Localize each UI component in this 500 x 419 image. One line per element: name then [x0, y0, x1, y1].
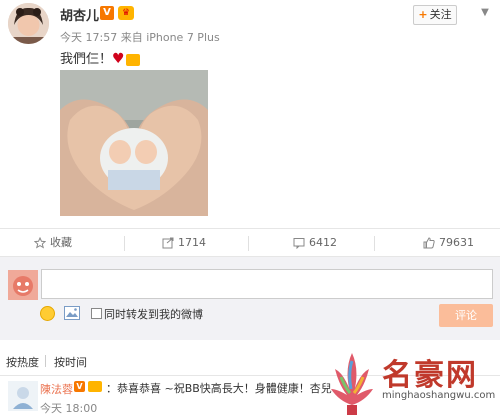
- author-name[interactable]: 胡杏儿: [60, 5, 99, 24]
- comment-composer: 同时转发到我的微博 评论: [0, 257, 500, 340]
- weibo-post: 胡杏儿 V ♛ + 关注 ▼ 今天 17:57 来自 iPhone 7 Plus …: [0, 0, 500, 228]
- comment-time: 今天 18:00: [40, 402, 98, 415]
- comment-button[interactable]: 6412: [293, 229, 337, 257]
- repost-checkbox[interactable]: [91, 308, 102, 319]
- image-icon[interactable]: [64, 306, 80, 320]
- vip-badge-icon: [88, 381, 102, 392]
- post-meta: 今天 17:57 来自 iPhone 7 Plus: [60, 31, 220, 44]
- vip-badge-icon: ♛: [118, 6, 134, 20]
- thumbs-up-icon: [423, 237, 435, 249]
- post-text: 我們仨！♥: [60, 48, 140, 67]
- post-photo[interactable]: [60, 70, 208, 216]
- author-avatar[interactable]: [8, 3, 49, 44]
- commenter-name[interactable]: 陳法蓉: [40, 381, 73, 397]
- watermark-brand: 名豪网: [382, 358, 478, 393]
- verified-badge-icon: V: [100, 6, 114, 20]
- follow-button[interactable]: + 关注: [413, 5, 457, 25]
- divider: [45, 355, 46, 367]
- emoji-icon: [125, 53, 140, 66]
- repost-option-label: 同时转发到我的微博: [104, 308, 203, 321]
- viewer-avatar: [8, 270, 38, 300]
- repost-count: 1714: [178, 236, 206, 249]
- comment-input[interactable]: [41, 269, 493, 299]
- sort-by-hot[interactable]: 按热度: [6, 354, 39, 370]
- repost-icon: [162, 237, 174, 249]
- like-count: 79631: [439, 236, 474, 249]
- comment-count: 6412: [309, 236, 337, 249]
- like-button[interactable]: 79631: [423, 229, 474, 257]
- submit-comment-button[interactable]: 评论: [439, 304, 493, 327]
- post-actions: 收藏 1714 6412 79631: [0, 228, 500, 257]
- watermark-url: minghaoshangwu.com: [382, 390, 496, 401]
- repost-button[interactable]: 1714: [162, 229, 206, 257]
- divider: [124, 236, 125, 251]
- sort-by-time[interactable]: 按时间: [54, 354, 87, 370]
- heart-icon: ♥: [112, 51, 125, 67]
- follow-label: 关注: [429, 8, 452, 21]
- chevron-down-icon[interactable]: ▼: [478, 6, 492, 20]
- divider: [248, 236, 249, 251]
- plus-icon: +: [418, 8, 428, 21]
- watermark-logo: [331, 353, 373, 415]
- star-icon: [34, 237, 46, 249]
- divider: [374, 236, 375, 251]
- smiley-icon[interactable]: [40, 306, 55, 321]
- comment-text: ：恭喜恭喜 ~祝BB快高長大！身體健康！杏兒: [106, 382, 332, 395]
- favorite-label: 收藏: [50, 236, 72, 249]
- commenter-avatar[interactable]: [8, 381, 38, 411]
- comment-icon: [293, 237, 305, 249]
- post-text-content: 我們仨！: [60, 52, 113, 67]
- favorite-button[interactable]: 收藏: [34, 229, 72, 257]
- verified-badge-icon: V: [74, 381, 85, 392]
